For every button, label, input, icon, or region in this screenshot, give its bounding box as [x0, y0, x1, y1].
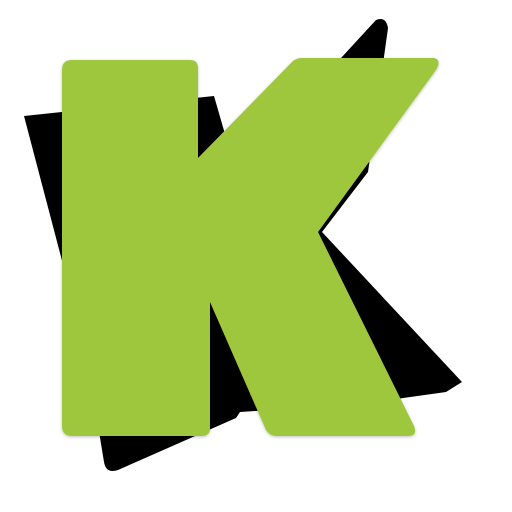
k-letter-logo: K — [24, 19, 462, 471]
k-letter-shape — [62, 58, 439, 436]
app-icon-canvas: K — [0, 0, 512, 512]
